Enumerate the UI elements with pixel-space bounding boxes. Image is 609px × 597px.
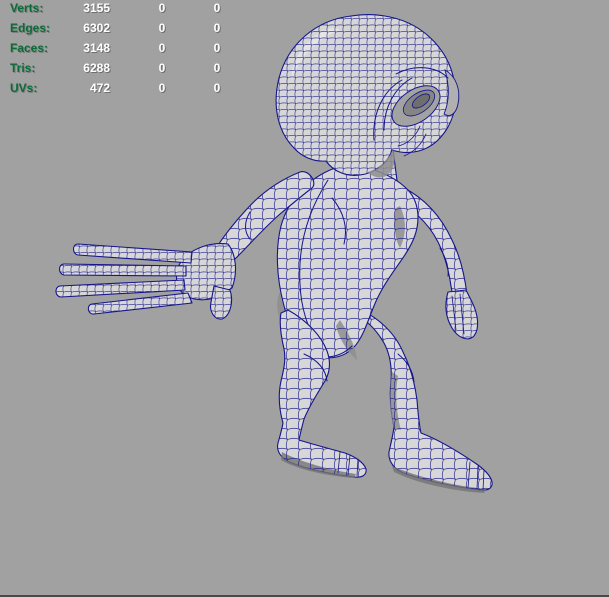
- near-hand: [55, 243, 237, 320]
- tris-extra: 0: [213, 61, 221, 75]
- tris-count: 6288: [83, 61, 110, 75]
- tris-label: Tris:: [10, 61, 36, 75]
- hud-row-tris: Tris: 6288 0 0: [0, 61, 280, 75]
- hud-row-faces: Faces: 3148 0 0: [0, 41, 280, 55]
- uvs-extra: 0: [213, 81, 221, 95]
- faces-selected: 0: [158, 41, 166, 55]
- far-hand: [445, 289, 479, 340]
- hud-row-edges: Edges: 6302 0 0: [0, 21, 280, 35]
- uvs-count: 472: [89, 81, 110, 95]
- verts-selected: 0: [158, 1, 166, 15]
- tris-selected: 0: [158, 61, 166, 75]
- verts-extra: 0: [213, 1, 221, 15]
- edges-count: 6302: [83, 21, 110, 35]
- faces-label: Faces:: [10, 41, 49, 55]
- head: [275, 14, 460, 178]
- edges-label: Edges:: [10, 21, 51, 35]
- edges-extra: 0: [213, 21, 221, 35]
- hud-row-uvs: UVs: 472 0 0: [0, 81, 280, 95]
- uvs-selected: 0: [158, 81, 166, 95]
- faces-count: 3148: [83, 41, 110, 55]
- verts-label: Verts:: [10, 1, 44, 15]
- edges-selected: 0: [158, 21, 166, 35]
- verts-count: 3155: [83, 1, 110, 15]
- hud-row-verts: Verts: 3155 0 0: [0, 1, 280, 15]
- uvs-label: UVs:: [10, 81, 38, 95]
- faces-extra: 0: [213, 41, 221, 55]
- heads-up-display: Verts: 3155 0 0 Edges: 6302 0 0 Faces: 3…: [0, 0, 280, 100]
- viewport-window[interactable]: Verts: 3155 0 0 Edges: 6302 0 0 Faces: 3…: [0, 0, 609, 597]
